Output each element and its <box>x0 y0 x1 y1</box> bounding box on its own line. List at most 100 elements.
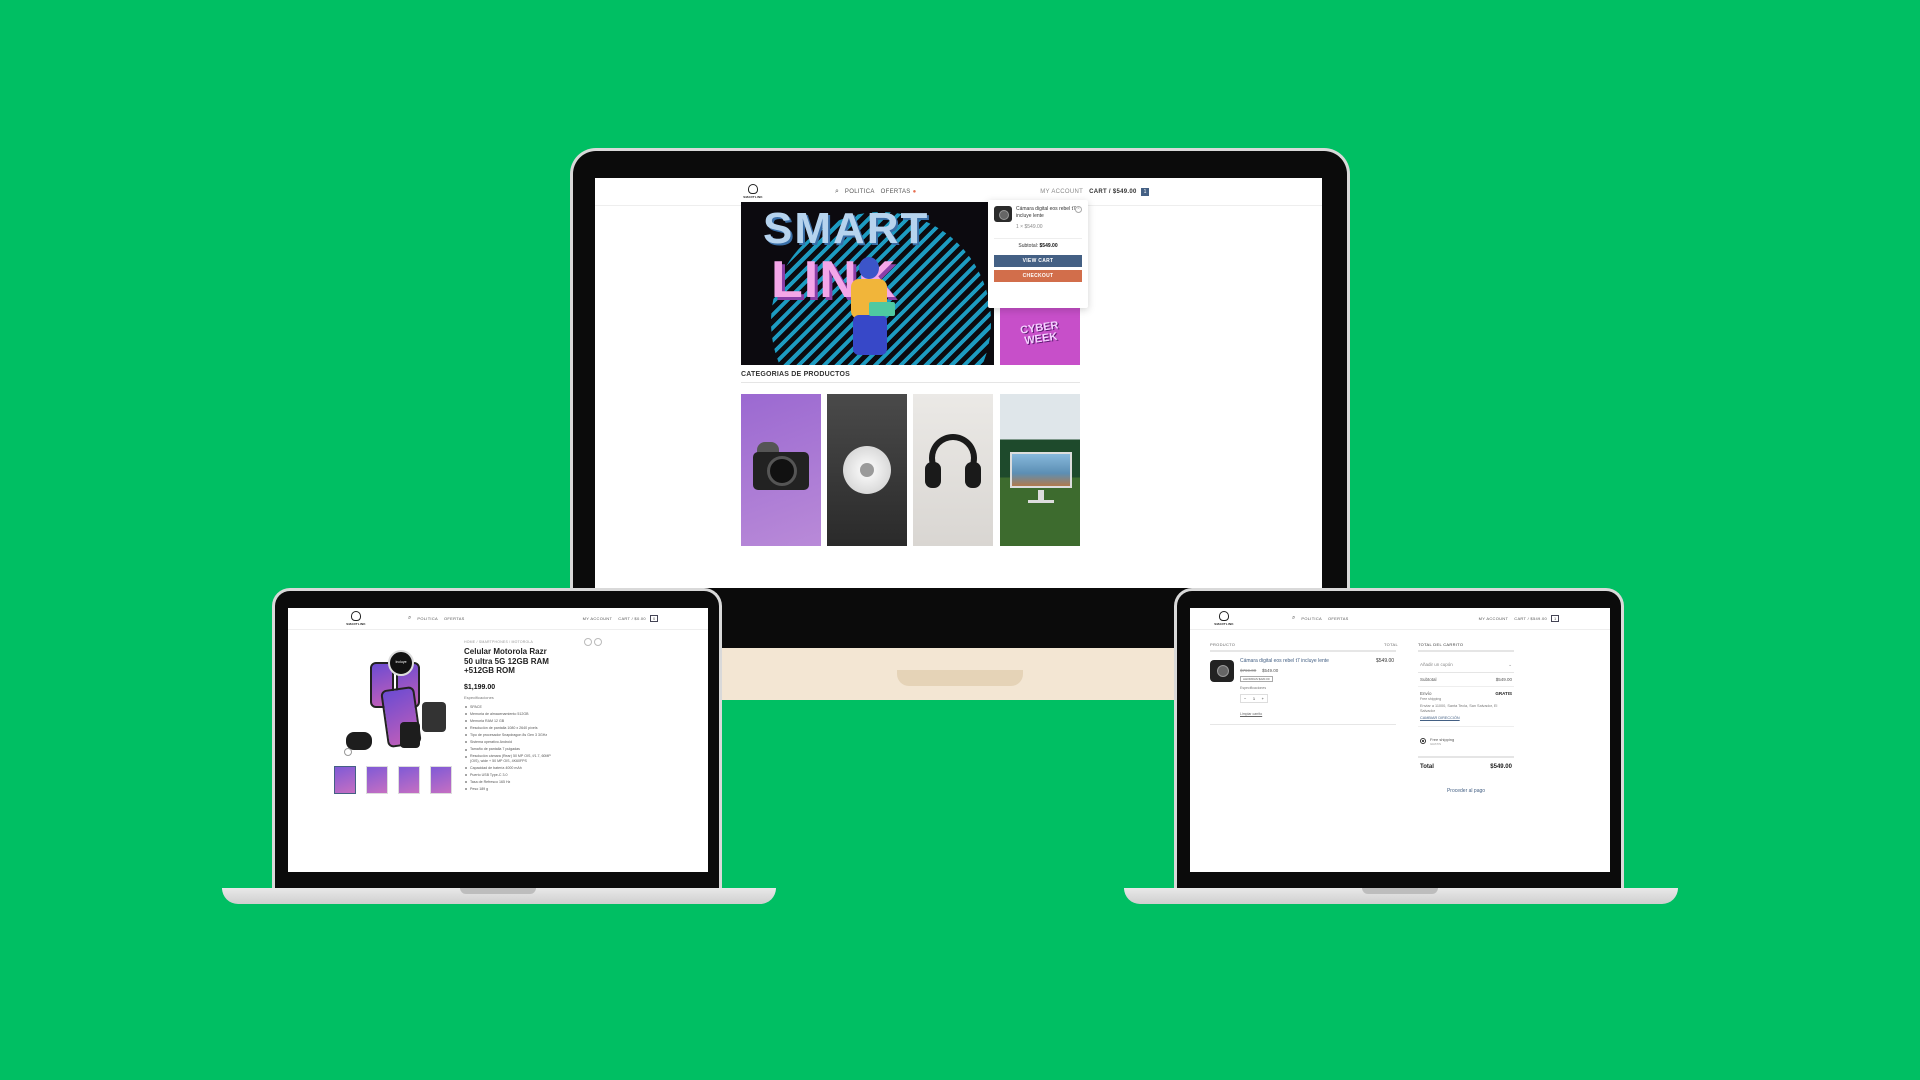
mini-cart-item-price: 1 × $549.00 <box>1016 224 1043 230</box>
nav-my-account[interactable]: MY ACCOUNT <box>583 616 613 621</box>
clear-cart-link[interactable]: Limpiar carrito <box>1240 712 1262 716</box>
qty-value[interactable]: 1 <box>1253 696 1255 701</box>
nav-ofertas[interactable]: OFERTAS <box>881 189 911 195</box>
mini-cart-item-name[interactable]: Cámara digital eos rebel t7 incluye lent… <box>1016 206 1082 222</box>
logo-text: SMARTLINK <box>1214 622 1234 626</box>
nav-ofertas[interactable]: OFERTAS <box>444 616 465 621</box>
nav-ofertas[interactable]: OFERTAS <box>1328 616 1349 621</box>
proceed-to-checkout-button[interactable]: Proceder al pago <box>1418 788 1514 794</box>
headphone-cup-right <box>965 462 981 488</box>
product-thumb[interactable] <box>430 766 452 794</box>
qty-minus-button[interactable]: − <box>1244 696 1246 701</box>
mini-cart-subtotal: Subtotal: $549.00 <box>994 238 1082 249</box>
search-icon[interactable]: ⌕ <box>835 188 839 196</box>
share-icon[interactable] <box>594 638 602 646</box>
nav-my-account[interactable]: MY ACCOUNT <box>1479 616 1509 621</box>
zoom-icon[interactable] <box>344 748 352 756</box>
figure-legs <box>853 315 887 355</box>
cart-link[interactable]: CART / $549.00 <box>1089 189 1137 195</box>
shipping-radio[interactable] <box>1420 737 1426 744</box>
hero-illustration <box>841 257 901 357</box>
nav-politica[interactable]: POLITICA <box>417 616 438 621</box>
product-price: $1,199.00 <box>464 683 496 691</box>
hero-title-line1: SMART <box>763 204 930 253</box>
right-laptop-notch <box>1362 888 1438 894</box>
site-logo[interactable]: SMARTLINK <box>346 610 366 628</box>
category-tile-monitors[interactable] <box>1000 394 1080 546</box>
share-icons <box>584 638 602 646</box>
site-logo[interactable]: SMARTLINK <box>743 183 763 201</box>
nav-politica[interactable]: POLITICA <box>1301 616 1322 621</box>
qty-plus-button[interactable]: + <box>1262 696 1264 701</box>
category-tile-audio[interactable] <box>913 394 993 546</box>
spec-item: Memoria de almacenamiento 512GB <box>464 712 554 716</box>
subtotal-value: $549.00 <box>1495 677 1512 682</box>
cart-row-divider <box>1210 724 1396 725</box>
cart-table-divider <box>1210 650 1396 652</box>
change-address-link[interactable]: CAMBIAR DIRECCIÓN <box>1418 714 1514 727</box>
shipping-option[interactable]: Free shipping GRATIS <box>1418 727 1514 752</box>
savings-badge: AHORRAS $220.00 <box>1240 676 1273 682</box>
total-value: $549.00 <box>1490 763 1512 770</box>
view-cart-button[interactable]: VIEW CART <box>994 255 1082 267</box>
logo-text: SMARTLINK <box>346 622 366 626</box>
fire-icon: ● <box>912 188 917 195</box>
shipping-option-value: GRATIS <box>1430 741 1441 746</box>
includes-badge: Incluye <box>388 650 414 676</box>
logo-mark <box>351 611 361 621</box>
product-info: HOME / SMARTPHONES / MOTOROLA Celular Mo… <box>464 640 554 794</box>
site-logo[interactable]: SMARTLINK <box>1214 610 1234 628</box>
cart-item-new-price: $549.00 <box>1262 668 1279 673</box>
cart-count-badge[interactable]: 0 <box>649 615 659 622</box>
spec-item: SPACE <box>464 705 554 709</box>
mini-cart-item: Cámara digital eos rebel t7 incluye lent… <box>994 206 1082 222</box>
earbuds-case-image <box>346 732 372 750</box>
breadcrumb[interactable]: HOME / SMARTPHONES / MOTOROLA <box>464 640 554 644</box>
spec-item: Resolución de pantalla 1080 x 2640 píxel… <box>464 726 554 730</box>
cart-count-badge[interactable]: 1 <box>1140 187 1150 196</box>
site-header: SMARTLINK ⌕ POLITICA OFERTAS MY ACCOUNT … <box>1190 608 1610 630</box>
cart-link[interactable]: CART / $549.00 <box>1514 616 1547 621</box>
nav-my-account[interactable]: MY ACCOUNT <box>1040 189 1083 195</box>
home-page: SMARTLINK ⌕ POLITICA OFERTAS ● MY ACCOUN… <box>595 178 1322 588</box>
checkout-button[interactable]: CHECKOUT <box>994 270 1082 282</box>
quantity-stepper[interactable]: − 1 + <box>1240 694 1268 703</box>
close-icon[interactable]: × <box>1075 206 1082 213</box>
cart-link[interactable]: CART / $0.00 <box>618 616 646 621</box>
shipping-label: Envío <box>1420 691 1432 696</box>
hero-banner[interactable]: SMART LINK <box>741 202 994 365</box>
monitor-foot <box>1028 500 1054 503</box>
cyber-week-text: CYBER WEEK <box>1019 319 1060 347</box>
cart-item-thumb[interactable] <box>1210 660 1234 682</box>
product-thumb[interactable] <box>334 766 356 794</box>
share-icon[interactable] <box>584 638 592 646</box>
category-tile-cameras[interactable] <box>741 394 821 546</box>
shipping-option-text: Free shipping GRATIS <box>1430 737 1454 746</box>
figure-laptop <box>869 302 895 316</box>
cart-item-total: $549.00 <box>1376 658 1395 664</box>
right-laptop: SMARTLINK ⌕ POLITICA OFERTAS MY ACCOUNT … <box>1124 588 1678 906</box>
category-tile-trackers[interactable] <box>827 394 907 546</box>
spec-item: Puerto USB Type-C 3.0 <box>464 773 554 777</box>
nav-politica[interactable]: POLITICA <box>845 189 875 195</box>
camera-thumb[interactable] <box>994 206 1012 222</box>
headphone-cup-left <box>925 462 941 488</box>
totals-heading: TOTAL DEL CARRITO <box>1418 642 1514 652</box>
cart-item-name[interactable]: Cámara digital eos rebel t7 incluye lent… <box>1240 658 1329 664</box>
cart-item-old-price: $769.00 <box>1240 668 1257 673</box>
figure-head <box>859 257 879 279</box>
product-thumb[interactable] <box>366 766 388 794</box>
subtotal-label: Subtotal <box>1420 677 1437 682</box>
search-icon[interactable]: ⌕ <box>408 615 411 622</box>
camera-lens <box>767 456 797 486</box>
side-banner-cyber-week[interactable]: CYBER WEEK <box>1000 303 1080 365</box>
search-icon[interactable]: ⌕ <box>1292 615 1295 622</box>
left-laptop: SMARTLINK ⌕ POLITICA OFERTAS MY ACCOUNT … <box>222 588 776 906</box>
product-thumb[interactable] <box>398 766 420 794</box>
cart-item-spec-link[interactable]: Especificaciones <box>1240 686 1266 690</box>
box-image <box>422 702 446 732</box>
monitor-image <box>1010 452 1072 488</box>
coupon-toggle[interactable]: Añadir un cupón ⌄ <box>1418 658 1514 673</box>
cart-count-badge[interactable]: 1 <box>1551 615 1560 622</box>
subtotal-value: $549.00 <box>1039 243 1058 249</box>
